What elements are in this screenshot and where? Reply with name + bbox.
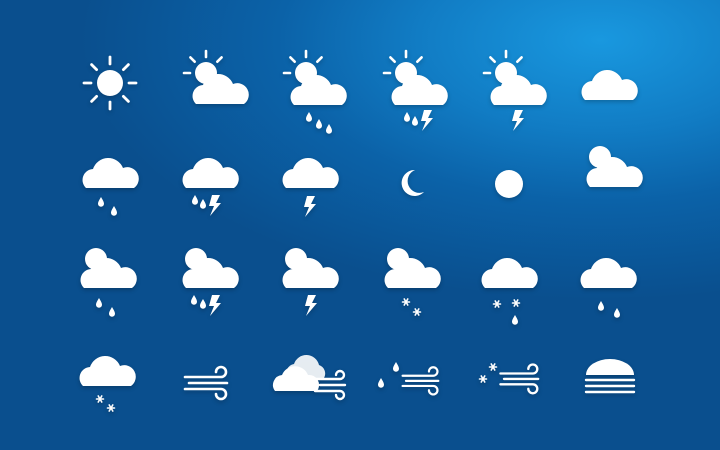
weather-icon-sheet [0, 0, 720, 450]
sun-cloud-thunder-icon [460, 33, 560, 133]
cloud-snow-rain-icon [460, 228, 560, 328]
cloud-snow-icon [60, 333, 160, 433]
partly-cloudy-snow-icon [360, 228, 460, 328]
wind-icon [160, 333, 260, 433]
snow-wind-icon [460, 333, 560, 433]
partly-cloudy-thunder-icon [260, 228, 360, 328]
full-moon-icon [460, 130, 560, 230]
cloud-drizzle-icon [560, 228, 660, 328]
clouds-wind-icon [260, 333, 360, 433]
cloud-rain-icon [60, 130, 160, 230]
cloud-rain-thunder-icon [160, 130, 260, 230]
sun-cloud-rain-icon [260, 33, 360, 134]
partly-cloudy-rain-thunder-icon [160, 228, 260, 328]
cloud-icon [560, 33, 660, 133]
sun-cloud-rain-thunder-icon [360, 33, 460, 133]
sun-behind-cloud-icon [160, 33, 260, 133]
cloud-thunder-icon [260, 130, 360, 230]
partly-cloudy-icon [560, 130, 660, 230]
moon-icon [360, 130, 460, 230]
fog-icon [560, 333, 660, 433]
rain-wind-icon [360, 333, 460, 433]
partly-cloudy-rain-icon [60, 228, 160, 328]
sun-icon [60, 33, 160, 133]
